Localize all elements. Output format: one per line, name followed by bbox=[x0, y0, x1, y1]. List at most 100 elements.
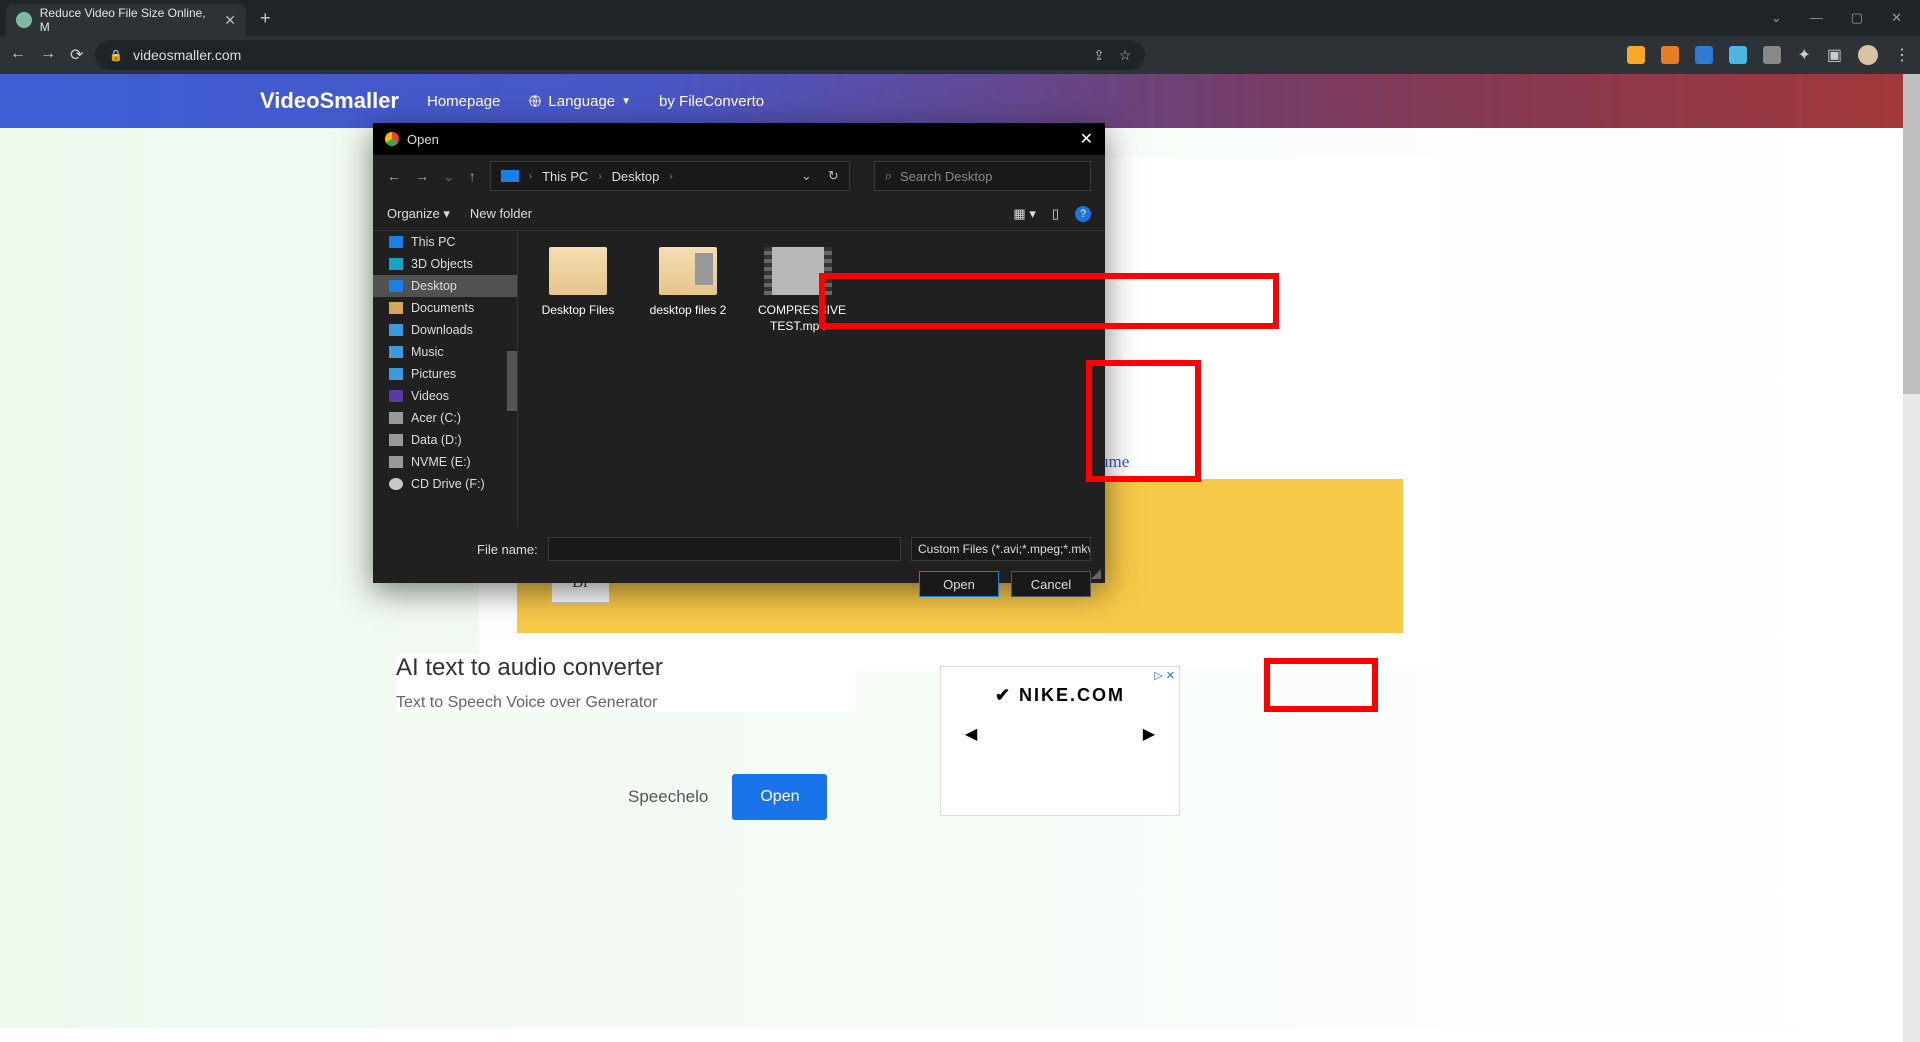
chrome-icon bbox=[385, 132, 399, 146]
address-bar[interactable]: 🔒 videosmaller.com ⇪ ☆ bbox=[95, 40, 1145, 70]
bookmark-icon[interactable]: ☆ bbox=[1119, 47, 1132, 64]
resize-grip-icon[interactable] bbox=[1091, 569, 1101, 579]
filename-label: File name: bbox=[477, 542, 538, 557]
cancel-button[interactable]: Cancel bbox=[1011, 571, 1091, 597]
ad-title: AI text to audio converter bbox=[396, 654, 856, 682]
refresh-icon[interactable]: ↻ bbox=[828, 168, 839, 183]
new-folder-button[interactable]: New folder bbox=[470, 206, 532, 221]
tree-pictures[interactable]: Pictures bbox=[373, 363, 517, 385]
site-header: VideoSmaller Homepage Language ▼ by File… bbox=[0, 74, 1920, 128]
pc-icon bbox=[501, 170, 519, 182]
new-tab-button[interactable]: + bbox=[260, 8, 271, 29]
dialog-search[interactable]: ⌕ Search Desktop bbox=[874, 161, 1091, 191]
ad-open-button[interactable]: Open bbox=[732, 774, 827, 820]
browser-toolbar: ← → ⟳ 🔒 videosmaller.com ⇪ ☆ ✦ ▣ ⋮ bbox=[0, 36, 1920, 74]
back-button[interactable]: ← bbox=[10, 45, 26, 65]
ad-next-icon[interactable]: ▶ bbox=[1143, 724, 1155, 744]
tree-music[interactable]: Music bbox=[373, 341, 517, 363]
ad-brand: Speechelo bbox=[628, 787, 708, 807]
extension-icon[interactable] bbox=[1729, 46, 1747, 64]
preview-pane-icon[interactable]: ▯ bbox=[1052, 206, 1059, 222]
extension-icon[interactable] bbox=[1661, 46, 1679, 64]
nav-language[interactable]: Language ▼ bbox=[528, 93, 631, 110]
extension-icon[interactable] bbox=[1695, 46, 1713, 64]
forward-button[interactable]: → bbox=[40, 45, 56, 65]
maximize-button[interactable]: ▢ bbox=[1851, 10, 1863, 26]
ad-text-block: AI text to audio converter Text to Speec… bbox=[396, 654, 856, 712]
site-logo[interactable]: VideoSmaller bbox=[260, 88, 399, 114]
favicon-icon bbox=[16, 12, 32, 28]
search-placeholder: Search Desktop bbox=[900, 169, 993, 184]
organize-menu[interactable]: Organize ▾ bbox=[387, 206, 450, 222]
tree-videos[interactable]: Videos bbox=[373, 385, 517, 407]
nike-logo: ✔ NIKE.COM bbox=[941, 685, 1179, 706]
caret-down-icon: ▼ bbox=[621, 96, 631, 107]
folder-desktop-files[interactable]: Desktop Files bbox=[538, 247, 618, 319]
kebab-menu-icon[interactable]: ⋮ bbox=[1894, 45, 1910, 65]
tree-3d-objects[interactable]: 3D Objects bbox=[373, 253, 517, 275]
chevron-right-icon: › bbox=[669, 171, 672, 182]
chevron-right-icon: › bbox=[598, 171, 601, 182]
dialog-titlebar[interactable]: Open ✕ bbox=[373, 123, 1105, 155]
nav-by[interactable]: by FileConverto bbox=[659, 93, 764, 110]
file-list[interactable]: Desktop Files desktop files 2 COMPRESSIV… bbox=[518, 231, 1105, 527]
tree-this-pc[interactable]: This PC bbox=[373, 231, 517, 253]
dlg-back-button[interactable]: ← bbox=[387, 168, 401, 184]
lock-icon: 🔒 bbox=[109, 49, 123, 62]
ad-prev-icon[interactable]: ◀ bbox=[965, 724, 977, 744]
dlg-up-button[interactable]: ↑ bbox=[469, 168, 476, 184]
filename-input[interactable] bbox=[548, 537, 901, 561]
dialog-close-icon[interactable]: ✕ bbox=[1080, 129, 1093, 149]
url-text: videosmaller.com bbox=[133, 47, 241, 63]
close-button[interactable]: ✕ bbox=[1891, 10, 1902, 26]
folder-desktop-files-2[interactable]: desktop files 2 bbox=[648, 247, 728, 319]
extension-icons: ✦ ▣ ⋮ bbox=[1627, 45, 1910, 65]
browser-tab[interactable]: Reduce Video File Size Online, M ✕ bbox=[6, 4, 246, 36]
file-compressive-test[interactable]: COMPRESSIVE TEST.mp4 bbox=[758, 247, 838, 334]
nav-homepage[interactable]: Homepage bbox=[427, 93, 500, 110]
chevron-right-icon: › bbox=[529, 171, 532, 182]
ad-subtitle: Text to Speech Voice over Generator bbox=[396, 694, 856, 712]
download-icon[interactable] bbox=[1763, 46, 1781, 64]
dlg-recent-caret[interactable]: ⌄ bbox=[443, 168, 455, 185]
tree-scrollbar[interactable] bbox=[507, 351, 517, 411]
reload-button[interactable]: ⟳ bbox=[70, 45, 83, 65]
minimize-button[interactable]: — bbox=[1810, 10, 1823, 26]
tree-downloads[interactable]: Downloads bbox=[373, 319, 517, 341]
nike-ad[interactable]: ▷ ✕ ✔ NIKE.COM ◀ ▶ bbox=[940, 666, 1180, 816]
tree-drive-e[interactable]: NVME (E:) bbox=[373, 451, 517, 473]
nav-tree: This PC 3D Objects Desktop Documents Dow… bbox=[373, 231, 518, 527]
bc-caret-icon[interactable]: ⌄ bbox=[801, 168, 812, 183]
tab-title: Reduce Video File Size Online, M bbox=[40, 6, 217, 34]
panel-icon[interactable]: ▣ bbox=[1827, 45, 1842, 65]
breadcrumb[interactable]: › This PC › Desktop › ⌄ ↻ bbox=[490, 161, 850, 191]
extensions-menu-icon[interactable]: ✦ bbox=[1797, 45, 1810, 65]
globe-icon bbox=[528, 94, 542, 108]
page-scrollbar[interactable] bbox=[1903, 74, 1920, 1042]
video-file-icon bbox=[764, 247, 832, 295]
folder-icon bbox=[659, 247, 717, 295]
file-type-filter[interactable]: Custom Files (*.avi;*.mpeg;*.mkv⌄ bbox=[911, 537, 1091, 561]
bc-pc-label[interactable]: This PC bbox=[542, 169, 588, 184]
tab-close-icon[interactable]: ✕ bbox=[224, 12, 236, 29]
dialog-title: Open bbox=[407, 132, 439, 147]
tree-drive-d[interactable]: Data (D:) bbox=[373, 429, 517, 451]
dlg-forward-button[interactable]: → bbox=[415, 168, 429, 184]
open-button[interactable]: Open bbox=[919, 571, 999, 597]
window-controls: ⌄ — ▢ ✕ bbox=[1771, 10, 1920, 26]
tree-drive-c[interactable]: Acer (C:) bbox=[373, 407, 517, 429]
share-icon[interactable]: ⇪ bbox=[1093, 47, 1105, 64]
tree-documents[interactable]: Documents bbox=[373, 297, 517, 319]
search-icon: ⌕ bbox=[885, 168, 892, 184]
bc-folder-label[interactable]: Desktop bbox=[612, 169, 660, 184]
help-icon[interactable]: ? bbox=[1075, 206, 1091, 222]
extension-icon[interactable] bbox=[1627, 46, 1645, 64]
profile-avatar[interactable] bbox=[1858, 45, 1878, 65]
folder-icon bbox=[549, 247, 607, 295]
tree-desktop[interactable]: Desktop bbox=[373, 275, 517, 297]
adchoices-icon[interactable]: ▷ ✕ bbox=[1154, 669, 1175, 682]
view-options-icon[interactable]: ▦ ▾ bbox=[1013, 206, 1035, 222]
file-open-dialog: Open ✕ ← → ⌄ ↑ › This PC › Desktop › ⌄↻ … bbox=[373, 123, 1105, 583]
tree-drive-f[interactable]: CD Drive (F:) bbox=[373, 473, 517, 495]
chevron-down-icon[interactable]: ⌄ bbox=[1771, 10, 1782, 26]
